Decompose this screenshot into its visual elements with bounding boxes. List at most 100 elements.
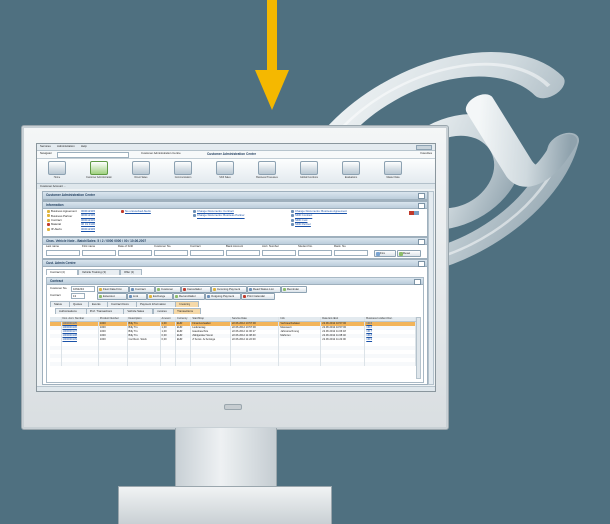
vehicle-field-input[interactable]	[226, 250, 260, 256]
collapse-icon[interactable]	[418, 261, 425, 267]
toolbar-communication-button[interactable]: Communication	[169, 161, 197, 181]
info-item-label[interactable]: Change Documents: Business Agreement	[295, 210, 347, 213]
toolbar-evaluations-button[interactable]: Evaluations	[337, 161, 365, 181]
subtab[interactable]: Quotes	[69, 301, 89, 307]
contract-action-button[interactable]: Outgoing Payment	[205, 293, 241, 300]
contract-action-label: Reminder	[287, 288, 300, 291]
contract-action-icon	[157, 287, 160, 291]
info-col2: No unresolved Alerts	[121, 210, 191, 214]
vehicle-field-input[interactable]	[154, 250, 188, 256]
toolbar-label: Master Data	[386, 176, 400, 179]
info-item-value[interactable]: 000012345	[81, 214, 95, 217]
contract-action-button[interactable]: Contract	[129, 286, 155, 293]
contract-action-button[interactable]: Extension	[97, 293, 127, 300]
vehicle-field-input[interactable]	[118, 250, 152, 256]
subtab[interactable]: Invoices	[152, 308, 175, 314]
vehicle-field-input[interactable]	[46, 250, 80, 256]
toolbar-customer-administration-button[interactable]: Customer Administration	[85, 161, 113, 181]
contract-action-label: Customer	[161, 288, 174, 291]
subtab[interactable]: Prof. Transactions	[85, 308, 125, 314]
admin-tab[interactable]: Vehicle Training (3)	[78, 269, 120, 275]
contract-action-button[interactable]: Reminder	[281, 286, 307, 293]
toolbar-shift-sales-button[interactable]: Shift Sales	[211, 161, 239, 181]
vehicle-field-input[interactable]	[190, 250, 224, 256]
subtab[interactable]: Payment Information	[136, 301, 177, 307]
info-item-label[interactable]: Change Documents: Business Partner	[197, 214, 245, 217]
info-item-label[interactable]: No unresolved Alerts	[125, 210, 151, 213]
contract-action-button[interactable]: Cancellation	[181, 286, 211, 293]
info-item-label: IP-Alerts	[51, 227, 62, 231]
subtab[interactable]: Vehicle Sales	[123, 308, 154, 314]
breadcrumb-text[interactable]: Customer Account ...	[40, 185, 66, 188]
info-item-icon	[121, 210, 124, 213]
navigator-label: Navigator	[40, 152, 52, 155]
vehicle-field-input[interactable]	[298, 250, 332, 256]
customer-no-field[interactable]: 1062234	[71, 286, 95, 292]
collapse-icon[interactable]	[418, 239, 425, 245]
toolbar-master-data-button[interactable]: Master Data	[379, 161, 407, 181]
admin-tab-label: Vehicle Training (3)	[82, 271, 106, 274]
subtab[interactable]: Transactions	[173, 308, 202, 314]
toolbar-direct-sales-button[interactable]: Direct Sales	[127, 161, 155, 181]
main-title-panel: Customer Administration Centre	[42, 191, 428, 201]
vehicle-field-input[interactable]	[82, 250, 116, 256]
subtab[interactable]: Contract Docs	[107, 301, 138, 307]
subtab[interactable]: Events	[88, 301, 108, 307]
contract-action-button[interactable]: Flexi Data Finn	[97, 286, 129, 293]
admin-tab[interactable]: Contract (4)	[46, 269, 78, 275]
info-item[interactable]: No unresolved Alerts	[121, 210, 191, 214]
vehicle-field-input[interactable]	[334, 250, 368, 256]
subtab[interactable]: Invoicing	[175, 301, 199, 307]
table-empty-row	[50, 362, 416, 366]
info-item-value[interactable]: 000012345	[81, 228, 95, 231]
nav-crumb-2: Customer Administration Centre	[207, 152, 257, 156]
contract-action-label: Print Calendar	[247, 295, 265, 298]
vehicle-field-input[interactable]	[262, 250, 296, 256]
menu-help[interactable]: Help	[81, 145, 87, 148]
info-item-label: Material	[51, 223, 61, 227]
toolbar-label: Evaluations	[344, 176, 358, 179]
info-item-value[interactable]: 000012345	[81, 210, 95, 213]
contract-action-button[interactable]: Exchange	[147, 293, 173, 300]
menu-administration[interactable]: Administration	[57, 145, 75, 148]
info-item[interactable]: Change Documents: Business Partner	[193, 214, 283, 218]
subtab-label: Events	[92, 303, 101, 306]
contract-action-button[interactable]: Print Calendar	[241, 293, 275, 300]
contract-action-icon	[249, 287, 252, 291]
vehicle-field-label: Acct. Number	[262, 245, 279, 248]
contract-field[interactable]: 13	[71, 293, 85, 299]
contract-action-button[interactable]: Link	[127, 293, 147, 300]
page-scrollbar[interactable]	[428, 191, 434, 385]
window-controls[interactable]	[416, 145, 432, 150]
alert-icons[interactable]	[409, 211, 419, 215]
info-item[interactable]: SDD Partner	[291, 223, 381, 227]
reset-button[interactable]: Reset	[397, 250, 421, 257]
info-item-value[interactable]: 000012345	[81, 219, 95, 222]
contract-action-button[interactable]: Incoming Payment	[211, 286, 247, 293]
find-button[interactable]: Find	[374, 250, 396, 257]
info-item-label[interactable]: SDD Cust	[295, 219, 307, 222]
toolbar-business-processes-button[interactable]: Business Processes	[253, 161, 281, 181]
collapse-icon[interactable]	[418, 193, 425, 199]
info-item-label[interactable]: SDD Partner	[295, 223, 311, 226]
admin-tab[interactable]: Offer (1)	[120, 269, 142, 275]
info-item-label[interactable]: SDD Contract	[295, 214, 312, 217]
menu-services[interactable]: Services	[40, 145, 51, 148]
contract-action-button[interactable]: Customer	[155, 286, 181, 293]
power-button[interactable]	[224, 404, 242, 410]
toolbar-global-functions-button[interactable]: Global Functions	[295, 161, 323, 181]
collapse-icon[interactable]	[414, 279, 421, 285]
contract-action-button[interactable]: Read Status List	[247, 286, 281, 293]
info-item-icon	[291, 214, 294, 218]
nav-crumb-1[interactable]: Customer Administration Centre	[141, 152, 181, 155]
collapse-icon[interactable]	[418, 203, 425, 209]
subtab[interactable]: Authorisations	[55, 308, 87, 314]
favorites-link[interactable]: Favorites	[420, 152, 432, 155]
subtab[interactable]: Status	[50, 301, 70, 307]
toolbar-home-button[interactable]: Home	[43, 161, 71, 181]
navigator-input[interactable]	[57, 152, 129, 158]
info-item-label[interactable]: Change Documents: Contract	[197, 210, 234, 213]
table-scrollbar[interactable]	[416, 317, 421, 379]
info-item-value[interactable]: 00 01 0100	[81, 223, 95, 226]
contract-action-button[interactable]: Reconciliation	[173, 293, 205, 300]
